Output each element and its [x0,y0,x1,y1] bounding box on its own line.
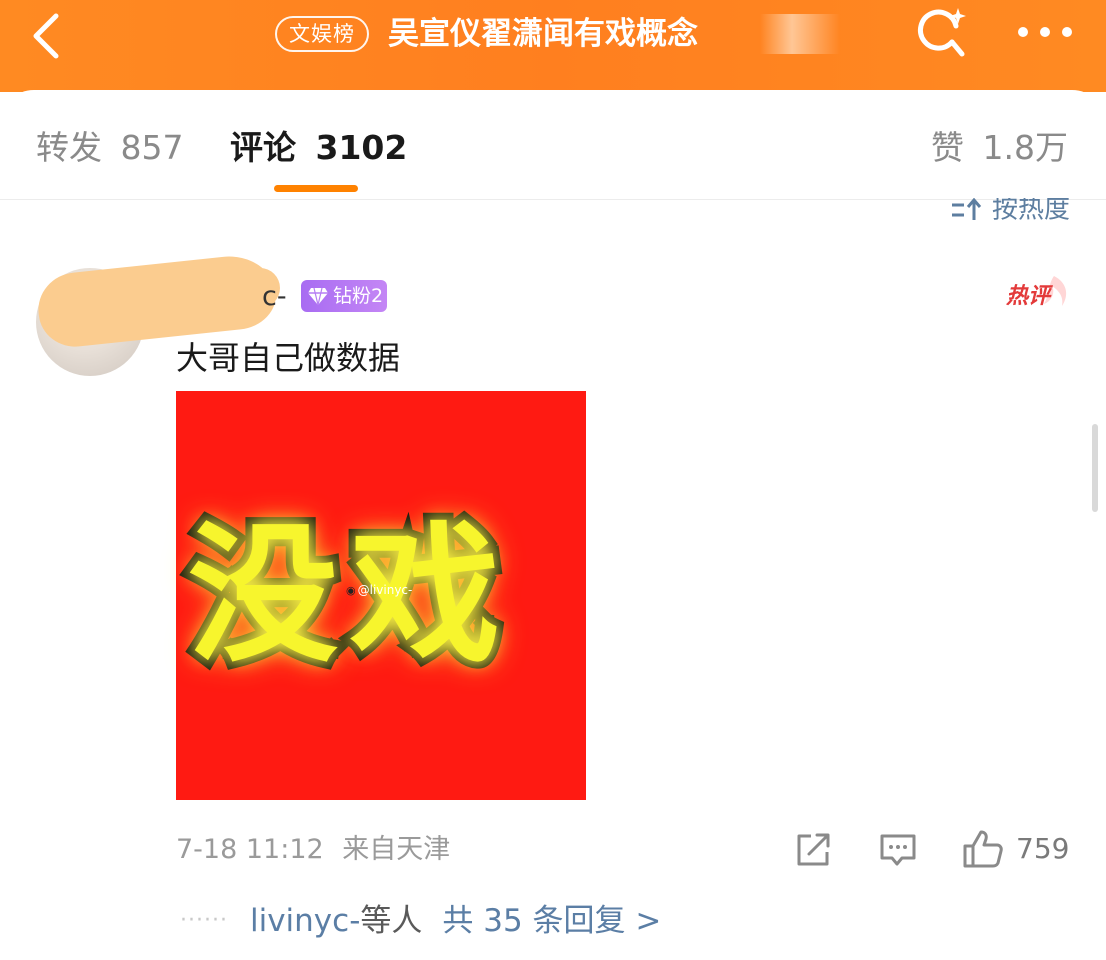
view-replies-link[interactable]: ······ livinyc-等人共 35 条回复 > [180,903,661,939]
tab-comments-count: 3102 [315,128,408,167]
reply-button[interactable] [878,828,918,870]
fan-badge-label: 钻粉2 [333,285,384,307]
reply-authors[interactable]: livinyc- [250,903,360,939]
like-button[interactable]: 759 [962,828,1072,870]
scrollbar[interactable] [1092,424,1098,512]
comment-location: 来自天津 [342,834,451,865]
share-icon [797,833,830,866]
comment-timestamp: 7-18 11:12 [176,834,324,865]
comment-image[interactable]: 没戏 ◉ @livinyc- [176,391,586,800]
weibo-logo-icon: ◉ [346,584,356,597]
tab-likes-count: 1.8万 [982,128,1068,167]
tab-reposts-label: 转发 [36,128,102,167]
tab-likes[interactable]: 赞 1.8万 [931,126,1068,170]
comment-bubble-icon [880,834,916,866]
active-tab-indicator [274,185,358,192]
username[interactable]: c- [262,282,287,312]
hot-comment-tag: 热评 [1004,272,1072,316]
more-dots-icon [1018,27,1072,37]
reply-dots: ······ [180,908,228,933]
back-button[interactable] [26,10,70,62]
search-sparkle-icon [918,8,966,57]
comment-meta: 7-18 11:12 来自天津 [176,834,450,866]
comment-text: 大哥自己做数据 [176,339,401,377]
more-button[interactable] [1014,16,1076,48]
like-count: 759 [1016,832,1070,865]
tab-reposts-count: 857 [120,128,184,167]
diamond-icon [308,287,328,306]
chevron-left-icon [33,13,59,59]
tab-comments[interactable]: 评论 3102 [230,126,407,170]
hot-tag-label: 热评 [1006,284,1051,309]
topic-badge[interactable]: 文娱榜 [275,16,369,52]
image-watermark: ◉ @livinyc- [346,583,412,597]
search-button[interactable] [914,4,972,62]
sort-toggle[interactable]: 按热度 [950,198,1070,220]
topic-header: 文娱榜 吴宣仪翟潇闻有戏概念 [0,0,1106,92]
sort-icon [951,198,981,220]
sort-label: 按热度 [991,198,1070,220]
watermark-text: @livinyc- [357,583,413,597]
tab-reposts[interactable]: 转发 857 [36,126,184,170]
title-fade-overlay [760,14,840,54]
reply-authors-suffix: 等人 [360,903,423,939]
tab-comments-label: 评论 [230,128,296,167]
share-button[interactable] [793,828,833,870]
reply-count-link[interactable]: 共 35 条回复 > [442,903,661,939]
tab-likes-label: 赞 [931,128,965,167]
fan-level-badge[interactable]: 钻粉2 [301,280,387,312]
thumbs-up-icon [963,830,1003,868]
tab-divider [0,199,1106,200]
